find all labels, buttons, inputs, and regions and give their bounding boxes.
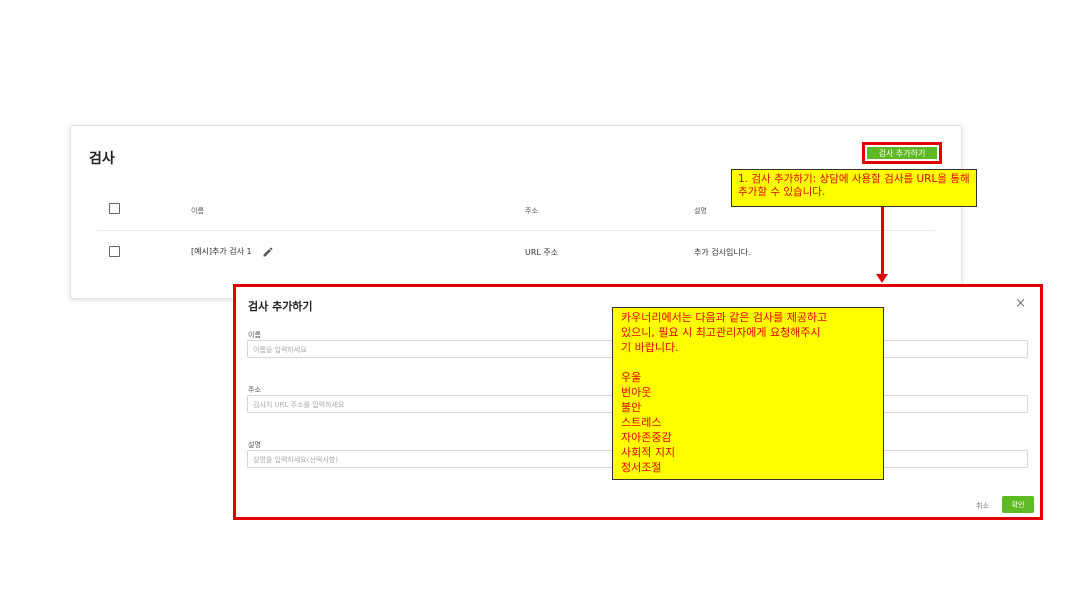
pencil-icon[interactable] xyxy=(262,246,274,258)
annotation-line: 기 바랍니다. xyxy=(621,341,679,354)
row-checkbox[interactable] xyxy=(109,246,120,257)
cancel-button[interactable]: 취소 xyxy=(976,501,989,511)
description-field-label: 설명 xyxy=(248,441,261,449)
header-divider xyxy=(97,230,935,231)
add-button-highlight: 검사 추가하기 xyxy=(862,142,942,164)
test-type-item: 번아웃 xyxy=(621,386,652,399)
address-field-label: 주소 xyxy=(248,386,261,394)
annotation-available-tests: 카우너리에서는 다음과 같은 검사를 제공하고 있으니, 필요 시 최고관리자에… xyxy=(612,307,884,480)
annotation-arrow-head xyxy=(876,274,888,283)
add-test-button[interactable]: 검사 추가하기 xyxy=(867,147,937,159)
column-header-description: 설명 xyxy=(694,207,707,215)
test-type-item: 스트레스 xyxy=(621,416,662,429)
test-type-item: 자아존중감 xyxy=(621,431,672,444)
annotation-arrow-line xyxy=(881,207,884,276)
annotation-add-test: 1. 검사 추가하기: 상담에 사용할 검사를 URL을 통해 추가할 수 있습… xyxy=(731,169,977,207)
annotation-line: 카우너리에서는 다음과 같은 검사를 제공하고 xyxy=(621,311,828,324)
select-all-checkbox[interactable] xyxy=(109,203,120,214)
modal-title: 검사 추가하기 xyxy=(248,300,313,313)
test-type-item: 사회적 지지 xyxy=(621,446,676,459)
test-type-item: 불안 xyxy=(621,401,642,414)
test-list-card: 검사 검사 추가하기 이름 주소 설명 [예시]추가 검사 1 URL 주소 추… xyxy=(70,125,962,299)
row-address: URL 주소 xyxy=(525,248,559,257)
row-description: 추가 검사입니다. xyxy=(694,248,751,257)
annotation-spacer xyxy=(621,355,875,370)
confirm-button[interactable]: 확인 xyxy=(1002,496,1034,513)
close-icon[interactable]: × xyxy=(1015,296,1026,311)
column-header-name: 이름 xyxy=(191,207,204,215)
column-header-address: 주소 xyxy=(525,207,538,215)
annotation-line: 있으니, 필요 시 최고관리자에게 요청해주시 xyxy=(621,326,821,339)
page-title: 검사 xyxy=(89,151,115,167)
test-type-item: 우울 xyxy=(621,371,642,384)
test-type-item: 정서조절 xyxy=(621,461,662,474)
name-field-label: 이름 xyxy=(248,331,261,339)
row-name[interactable]: [예시]추가 검사 1 xyxy=(191,246,252,257)
